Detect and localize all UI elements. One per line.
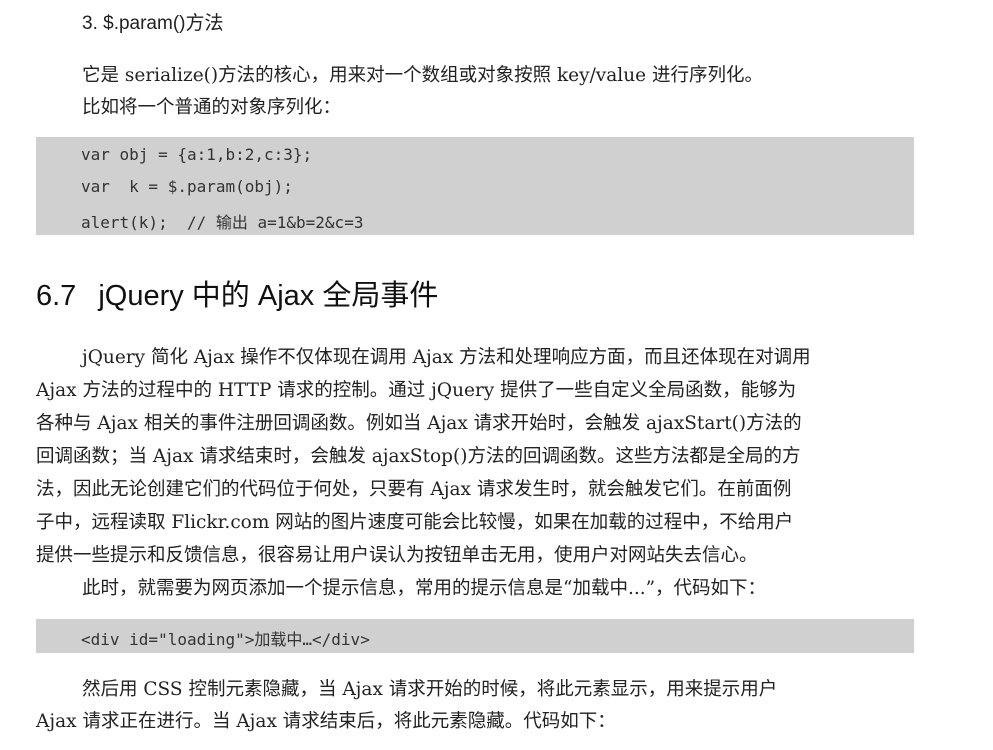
section-heading: 6.7 jQuery 中的 Ajax 全局事件	[36, 272, 438, 314]
para1-line-6: 子中，远程读取 Flickr.com 网站的图片速度可能会比较慢，如果在加载的过…	[36, 512, 794, 533]
code-line-3: alert(k); // 输出 a=1&b=2&c=3	[81, 213, 364, 232]
para1-line-7: 提供一些提示和反馈信息，很容易让用户误认为按钮单击无用，使用户对网站失去信心。	[36, 545, 758, 566]
para3-line-1: 然后用 CSS 控制元素隐藏，当 Ajax 请求开始的时候，将此元素显示，用来提…	[82, 679, 778, 700]
code-block-loading: <div id="loading">加载中…</div>	[36, 619, 914, 653]
code-loading-div: <div id="loading">加载中…</div>	[81, 630, 370, 649]
intro-line-1: 它是 serialize()方法的核心，用来对一个数组或对象按照 key/val…	[82, 65, 763, 86]
para1-line-3: 各种与 Ajax 相关的事件注册回调函数。例如当 Ajax 请求开始时，会触发 …	[36, 413, 802, 434]
para2: 此时，就需要为网页添加一个提示信息，常用的提示信息是“加载中...”，代码如下：	[82, 578, 767, 599]
para1-line-5: 法，因此无论创建它们的代码位于何处，只要有 Ajax 请求发生时，就会触发它们。…	[36, 479, 792, 500]
intro-line-2: 比如将一个普通的对象序列化：	[82, 97, 342, 118]
subsection-title: 3. $.param()方法	[82, 13, 224, 34]
para1-line-2: Ajax 方法的过程中的 HTTP 请求的控制。通过 jQuery 提供了一些自…	[36, 380, 797, 401]
section-title: jQuery 中的 Ajax 全局事件	[98, 280, 439, 312]
section-number: 6.7	[36, 280, 77, 312]
code-line-2: var k = $.param(obj);	[81, 177, 293, 196]
code-line-1: var obj = {a:1,b:2,c:3};	[81, 145, 313, 164]
code-block-param: var obj = {a:1,b:2,c:3}; var k = $.param…	[36, 137, 914, 235]
para1-line-4: 回调函数；当 Ajax 请求结束时，会触发 ajaxStop()方法的回调函数。…	[36, 446, 801, 467]
para3-line-2: Ajax 请求正在进行。当 Ajax 请求结束后，将此元素隐藏。代码如下：	[36, 711, 616, 732]
para1-line-1: jQuery 简化 Ajax 操作不仅体现在调用 Ajax 方法和处理响应方面，…	[82, 347, 811, 368]
